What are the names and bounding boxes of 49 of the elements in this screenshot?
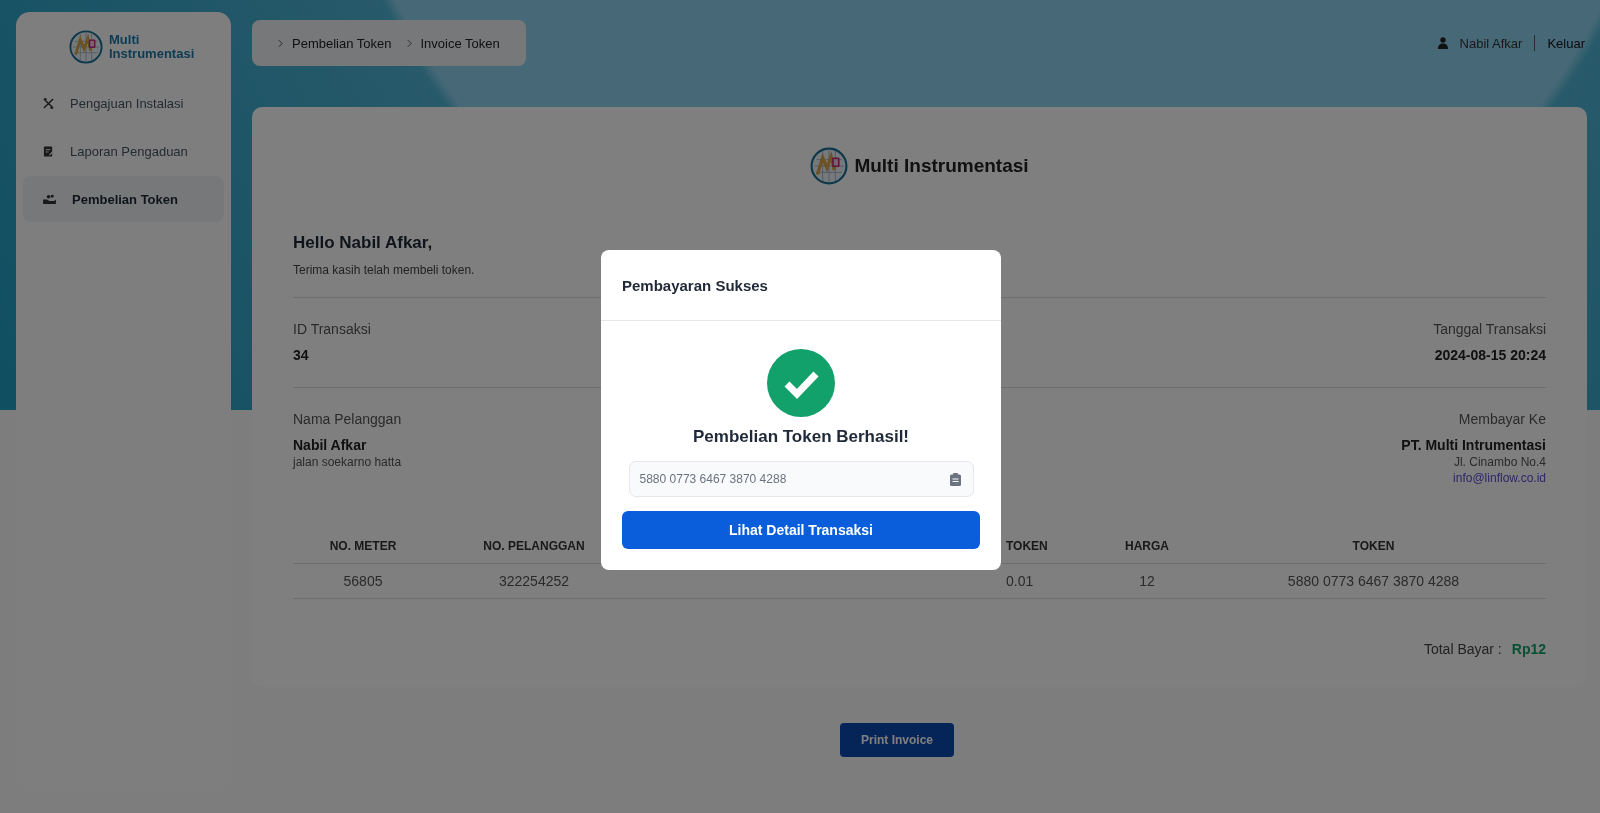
total-label: Total Bayar : (1423, 641, 1502, 657)
payee-name: PT. Multi Intrumentasi (1401, 437, 1546, 453)
view-details-button[interactable]: Lihat Detail Transaksi (622, 511, 980, 549)
logo-icon (69, 30, 103, 64)
field-label: ID Transaksi (293, 321, 371, 337)
logout-link[interactable]: Keluar (1547, 35, 1585, 51)
breadcrumb-link[interactable]: Invoice Token (420, 35, 500, 51)
clipboard-icon[interactable] (949, 472, 961, 486)
column-header: NO. METER (328, 539, 398, 553)
table-cell-text: 5880 0773 6467 3870 4288 (1286, 573, 1461, 589)
sidebar-item[interactable]: Laporan Pengaduan (23, 128, 224, 174)
column-header: NO. PELANGGAN (482, 539, 586, 553)
table-cell-text: 12 (1138, 573, 1156, 589)
logo-icon (810, 147, 849, 185)
tools-icon (43, 97, 54, 109)
print-invoice-button[interactable]: Print Invoice (840, 723, 954, 757)
table-cell-text: 56805 (342, 573, 384, 589)
total-amount: Rp12 (1511, 641, 1546, 657)
check-circle-icon (767, 349, 835, 417)
dialog-title: Pembayaran Sukses (622, 276, 768, 294)
token-field[interactable]: 5880 0773 6467 3870 4288 (628, 461, 974, 497)
sidebar-item[interactable]: Pembelian Token (23, 176, 224, 222)
payee-address: Jl. Cinambo No.4 (1452, 455, 1546, 469)
greeting: Hello Nabil Afkar, (293, 233, 434, 253)
table-cell-text: 0.01 (1005, 573, 1035, 589)
column-header: TOKEN (1005, 539, 1049, 553)
document-icon (43, 145, 54, 157)
success-message: Pembelian Token Berhasil! (693, 427, 909, 447)
transaction-date: 2024-08-15 20:24 (1433, 347, 1546, 363)
transaction-id: 34 (293, 347, 310, 363)
breadcrumb-link[interactable]: Pembelian Token (292, 35, 392, 51)
email-link[interactable]: info@linflow.co.id (1401, 471, 1546, 485)
table-cell-text: 322254252 (497, 573, 571, 589)
column-header: HARGA (1124, 539, 1170, 553)
hand-coins-icon (43, 193, 56, 205)
sidebar-item[interactable]: Pengajuan Instalasi (23, 80, 224, 126)
invoice-brand: Multi Instrumentasi (854, 155, 1029, 177)
column-header: TOKEN (1351, 539, 1396, 553)
chevron-right-icon (406, 38, 412, 48)
thank-you-text: Terima kasih telah membeli token. (293, 263, 476, 277)
customer-address: jalan soekarno hatta (293, 455, 402, 469)
customer-name: Nabil Afkar (293, 437, 368, 453)
user-name: Nabil Afkar (1459, 35, 1523, 51)
chevron-right-icon (278, 38, 283, 48)
field-label: Tanggal Transaksi (1433, 321, 1546, 337)
field-label: Nama Pelanggan (293, 411, 402, 427)
field-label: Membayar Ke (1457, 411, 1546, 427)
brand-name: Multi Instrumentasi (109, 32, 196, 62)
user-icon (1437, 37, 1448, 49)
